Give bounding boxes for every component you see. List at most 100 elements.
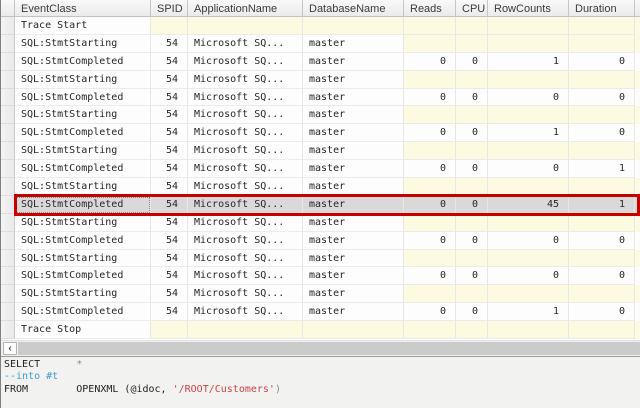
header-filler-cell	[635, 0, 640, 17]
cell-applicationname: Microsoft SQ...	[188, 142, 303, 161]
row-gutter-cell	[1, 124, 15, 143]
grid-rows: Trace Start SQL:StmtStarting 54 Microsof…	[1, 17, 640, 340]
row-gutter-cell	[1, 88, 15, 107]
row-gutter-cell	[1, 249, 15, 268]
sql-segment-plain: FROM	[4, 383, 29, 395]
cell-eventclass: SQL:StmtCompleted	[15, 160, 151, 179]
cell-databasename: master	[303, 106, 404, 125]
table-row[interactable]: SQL:StmtStarting 54 Microsoft SQ... mast…	[1, 213, 640, 232]
cell-applicationname: Microsoft SQ...	[188, 70, 303, 89]
table-row[interactable]: SQL:StmtStarting 54 Microsoft SQ... mast…	[1, 34, 640, 53]
table-row[interactable]: SQL:StmtStarting 54 Microsoft SQ... mast…	[1, 106, 640, 125]
sql-text-pane[interactable]: SELECT * --into #t FROM OPENXML (@idoc, '/…	[1, 356, 640, 408]
cell-filler	[635, 178, 640, 196]
row-gutter-cell	[1, 17, 15, 35]
table-row[interactable]: SQL:StmtStarting 54 Microsoft SQ... mast…	[1, 249, 640, 268]
column-header-rowcounts[interactable]: RowCounts	[488, 0, 569, 17]
cell-cpu: 0	[456, 231, 488, 250]
cell-applicationname	[188, 17, 303, 35]
profiler-window: EventClass SPID ApplicationName Database…	[0, 0, 640, 408]
table-row[interactable]: SQL:StmtCompleted 54 Microsoft SQ... mas…	[1, 303, 640, 322]
cell-eventclass: SQL:StmtStarting	[15, 213, 151, 232]
cell-duration: 1	[569, 195, 635, 214]
column-header-applicationname[interactable]: ApplicationName	[188, 0, 303, 17]
column-header-duration[interactable]: Duration	[569, 0, 635, 17]
cell-spid: 54	[151, 195, 188, 214]
row-gutter-cell	[1, 213, 15, 232]
cell-rowcounts	[488, 321, 569, 340]
cell-cpu	[456, 17, 488, 35]
column-header-reads[interactable]: Reads	[404, 0, 456, 17]
cell-spid: 54	[151, 213, 188, 232]
cell-spid: 54	[151, 160, 188, 179]
table-row[interactable]: SQL:StmtCompleted 54 Microsoft SQ... mas…	[1, 124, 640, 143]
cell-databasename: master	[303, 231, 404, 250]
cell-rowcounts	[488, 178, 569, 196]
cell-eventclass: SQL:StmtStarting	[15, 70, 151, 89]
cell-eventclass: SQL:StmtCompleted	[15, 195, 151, 214]
column-header-cpu[interactable]: CPU	[456, 0, 488, 17]
cell-applicationname: Microsoft SQ...	[188, 231, 303, 250]
cell-filler	[635, 88, 640, 107]
table-row[interactable]: SQL:StmtCompleted 54 Microsoft SQ... mas…	[1, 160, 640, 179]
table-row[interactable]: SQL:StmtCompleted 54 Microsoft SQ... mas…	[1, 88, 640, 107]
table-row[interactable]: Trace Start	[1, 17, 640, 35]
column-header-spid[interactable]: SPID	[151, 0, 188, 17]
cell-databasename: master	[303, 52, 404, 71]
cell-reads: 0	[404, 231, 456, 250]
cell-spid: 54	[151, 249, 188, 268]
table-row[interactable]: SQL:StmtStarting 54 Microsoft SQ... mast…	[1, 70, 640, 89]
column-header-eventclass[interactable]: EventClass	[15, 0, 151, 17]
trace-grid: EventClass SPID ApplicationName Database…	[1, 0, 640, 340]
column-header-databasename[interactable]: DatabaseName	[303, 0, 404, 17]
cell-duration: 0	[569, 267, 635, 286]
cell-filler	[635, 142, 640, 161]
horizontal-scrollbar[interactable]: ‹	[1, 340, 640, 356]
cell-filler	[635, 267, 640, 286]
cell-spid: 54	[151, 34, 188, 53]
table-row[interactable]: SQL:StmtCompleted 54 Microsoft SQ... mas…	[1, 231, 640, 250]
cell-duration: 0	[569, 303, 635, 322]
table-row[interactable]: SQL:StmtStarting 54 Microsoft SQ... mast…	[1, 285, 640, 304]
cell-spid: 54	[151, 285, 188, 304]
cell-databasename: master	[303, 195, 404, 214]
cell-rowcounts	[488, 142, 569, 161]
cell-eventclass: SQL:StmtStarting	[15, 285, 151, 304]
cell-reads: 0	[404, 195, 456, 214]
row-gutter-cell	[1, 303, 15, 322]
grid-header-row: EventClass SPID ApplicationName Database…	[1, 0, 640, 17]
table-row[interactable]: Trace Stop	[1, 321, 640, 340]
cell-cpu	[456, 34, 488, 53]
row-gutter-cell	[1, 142, 15, 161]
row-gutter-cell	[1, 160, 15, 179]
table-row[interactable]: SQL:StmtCompleted 54 Microsoft SQ... mas…	[1, 267, 640, 286]
cell-reads	[404, 34, 456, 53]
cell-duration: 0	[569, 52, 635, 71]
cell-duration: 0	[569, 124, 635, 143]
cell-cpu	[456, 106, 488, 125]
cell-eventclass: Trace Stop	[15, 321, 151, 340]
scrollbar-thumb[interactable]	[18, 342, 640, 355]
table-row[interactable]: SQL:StmtStarting 54 Microsoft SQ... mast…	[1, 142, 640, 161]
cell-applicationname: Microsoft SQ...	[188, 52, 303, 71]
cell-cpu: 0	[456, 195, 488, 214]
cell-applicationname: Microsoft SQ...	[188, 285, 303, 304]
table-row[interactable]: SQL:StmtCompleted 54 Microsoft SQ... mas…	[1, 52, 640, 71]
table-row[interactable]: SQL:StmtStarting 54 Microsoft SQ... mast…	[1, 178, 640, 196]
cell-rowcounts	[488, 34, 569, 53]
cell-filler	[635, 106, 640, 125]
cell-duration	[569, 34, 635, 53]
table-row[interactable]: SQL:StmtCompleted 54 Microsoft SQ... mas…	[1, 193, 640, 216]
cell-rowcounts: 0	[488, 231, 569, 250]
cell-reads	[404, 285, 456, 304]
cell-rowcounts: 1	[488, 124, 569, 143]
cell-applicationname: Microsoft SQ...	[188, 160, 303, 179]
cell-reads	[404, 249, 456, 268]
cell-reads: 0	[404, 124, 456, 143]
cell-duration: 0	[569, 231, 635, 250]
cell-filler	[635, 321, 640, 340]
cell-reads: 0	[404, 160, 456, 179]
cell-filler	[635, 303, 640, 322]
scroll-left-button[interactable]: ‹	[3, 342, 17, 355]
cell-applicationname: Microsoft SQ...	[188, 303, 303, 322]
